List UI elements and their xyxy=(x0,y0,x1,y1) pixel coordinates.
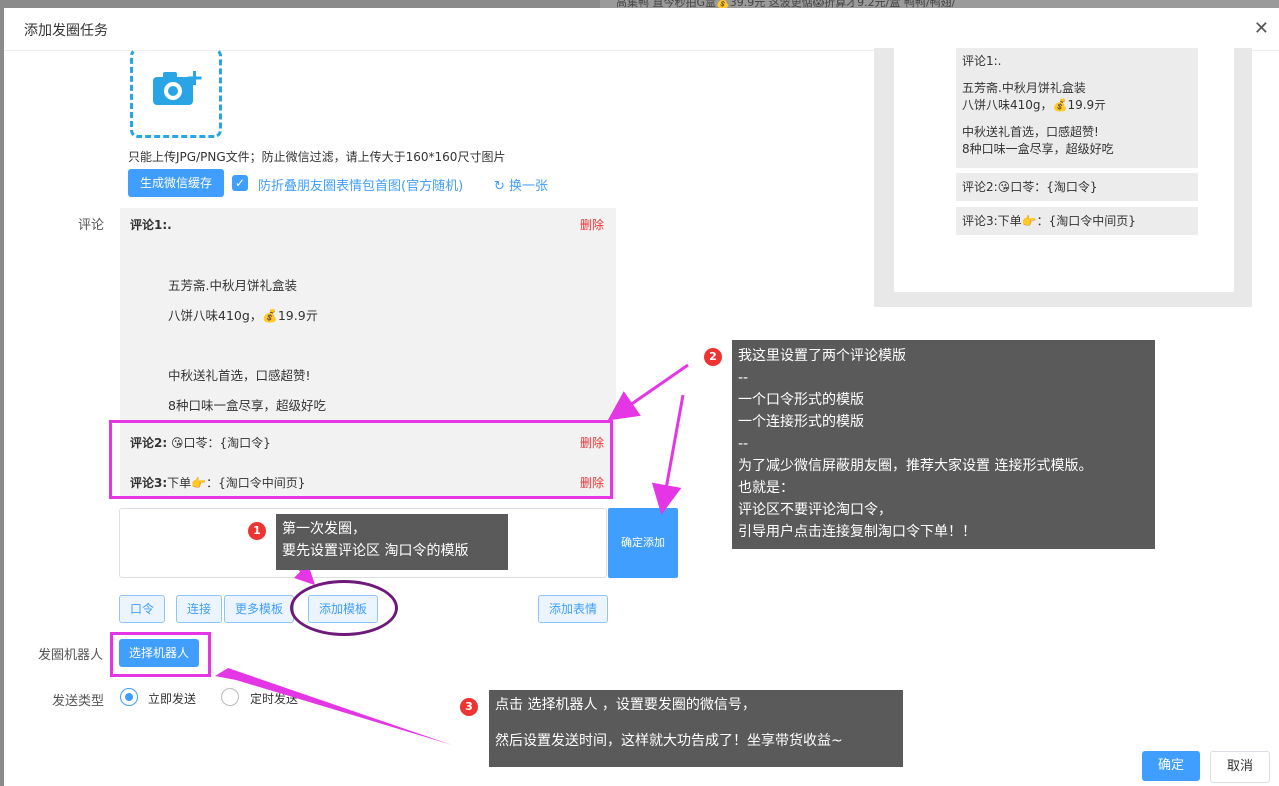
refresh-icon: ↻ xyxy=(494,179,505,194)
callout-3-line xyxy=(495,716,897,730)
callout-1: 第一次发圈， 要先设置评论区 淘口令的模版 xyxy=(276,514,508,570)
comment-1-line: 五芳斋.中秋月饼礼盒装 xyxy=(168,278,297,293)
preview-comment-1: 评论1:. 五芳斋.中秋月饼礼盒装 八饼八味410g，💰19.9亓 中秋送礼首选… xyxy=(956,48,1198,168)
dialog-header: 添加发圈任务 ✕ xyxy=(4,8,1279,51)
callout-1-line: 第一次发圈， xyxy=(282,521,366,537)
cancel-button[interactable]: 取消 xyxy=(1210,751,1270,783)
callout-2: 我这里设置了两个评论模版 -- 一个口令形式的模版 一个连接形式的模版 -- 为… xyxy=(732,340,1155,549)
preview-comment-3: 评论3:下单👉：{淘口令中间页} xyxy=(956,207,1198,235)
insert-link-button[interactable]: 连接 xyxy=(176,595,222,623)
preview-line: 中秋送礼首选，口感超赞! xyxy=(962,125,1099,139)
callout-2-line: 评论区不要评论淘口令， xyxy=(738,502,892,518)
callout-2-line: 也就是： xyxy=(738,480,794,496)
insert-code-button[interactable]: 口令 xyxy=(119,595,165,623)
image-upload-area[interactable] xyxy=(130,48,222,138)
highlight-add-template xyxy=(290,580,398,636)
background-strip: 高集鸭 直今秒拍G盒💰39.9元 这波更惦😱折算才9.2元/盒 鸭鸭/鸭翅/ xyxy=(600,0,1279,8)
callout-1-line: 要先设置评论区 淘口令的模版 xyxy=(282,543,469,559)
callout-2-line: -- xyxy=(738,370,749,386)
callout-3-badge: 3 xyxy=(460,698,478,716)
preview-c3-text: 评论3:下单👉：{淘口令中间页} xyxy=(962,214,1136,228)
callout-2-line: 一个连接形式的模版 xyxy=(738,414,864,430)
add-emoji-button[interactable]: 添加表情 xyxy=(538,595,608,623)
callout-2-line: 为了减少微信屏蔽朋友圈，推荐大家设置 连接形式模版。 xyxy=(738,458,1093,474)
refresh-link[interactable]: ↻ 换一张 xyxy=(494,175,548,194)
close-icon[interactable]: ✕ xyxy=(1254,18,1269,39)
callout-2-badge: 2 xyxy=(704,348,722,366)
anti-fold-label[interactable]: 防折叠朋友圈表情包首图(官方随机) xyxy=(258,175,463,194)
preview-comment-2: 评论2:😘口苓：{淘口令} xyxy=(956,173,1198,201)
comment-1-line: 8种口味一盒尽享，超级好吃 xyxy=(168,398,326,413)
callout-2-line: -- xyxy=(738,436,749,452)
radio-send-now[interactable] xyxy=(120,688,138,706)
ok-button[interactable]: 确定 xyxy=(1142,751,1200,781)
refresh-label: 换一张 xyxy=(509,179,549,194)
comment-1-delete[interactable]: 删除 xyxy=(580,216,604,233)
upload-hint: 只能上传JPG/PNG文件；防止微信过滤，请上传大于160*160尺寸图片 xyxy=(128,150,506,164)
preview-screen: 评论1:. 五芳斋.中秋月饼礼盒装 八饼八味410g，💰19.9亓 中秋送礼首选… xyxy=(894,48,1234,292)
robot-label: 发圈机器人 xyxy=(38,648,104,663)
more-templates-button[interactable]: 更多模板 xyxy=(224,595,294,623)
comment-1-line: 八饼八味410g，💰19.9亓 xyxy=(168,308,319,323)
comment-label: 评论 xyxy=(78,218,105,233)
preview-line: 八饼八味410g，💰19.9亓 xyxy=(962,98,1107,112)
callout-2-line: 一个口令形式的模版 xyxy=(738,392,864,408)
preview-c1-title: 评论1:. xyxy=(962,54,1002,68)
confirm-add-button[interactable]: 确定添加 xyxy=(608,508,678,578)
callout-3-line: 点击 选择机器人 ，设置要发圈的微信号， xyxy=(495,697,756,713)
highlight-select-robot xyxy=(110,632,211,677)
comment-1-title: 评论1:. xyxy=(130,218,172,232)
preview-line: 五芳斋.中秋月饼礼盒装 xyxy=(962,81,1086,95)
background-text: 高集鸭 直今秒拍G盒💰39.9元 这波更惦😱折算才9.2元/盒 鸭鸭/鸭翅/ xyxy=(616,0,956,8)
send-type-label: 发送类型 xyxy=(52,694,105,709)
preview-line: 8种口味一盒尽享，超级好吃 xyxy=(962,142,1114,156)
highlight-comments-2-3 xyxy=(109,420,613,499)
preview-c2-text: 评论2:😘口苓：{淘口令} xyxy=(962,180,1098,194)
generate-cache-button[interactable]: 生成微信缓存 xyxy=(128,169,224,197)
callout-3-line: 然后设置发送时间，这样就大功告成了！坐享带货收益~ xyxy=(495,733,843,749)
radio-send-now-label[interactable]: 立即发送 xyxy=(148,690,196,707)
radio-scheduled[interactable] xyxy=(221,688,239,706)
camera-add-icon xyxy=(153,71,202,105)
callout-2-line: 我这里设置了两个评论模版 xyxy=(738,348,906,364)
callout-3: 点击 选择机器人 ，设置要发圈的微信号， 然后设置发送时间，这样就大功告成了！坐… xyxy=(489,690,903,767)
anti-fold-checkbox[interactable]: ✓ xyxy=(232,175,248,191)
callout-1-badge: 1 xyxy=(248,522,266,540)
dialog-title: 添加发圈任务 xyxy=(24,23,108,39)
callout-2-line: 引导用户点击连接复制淘口令下单！！ xyxy=(738,524,976,540)
comment-1-line: 中秋送礼首选，口感超赞! xyxy=(168,368,311,383)
radio-scheduled-label[interactable]: 定时发送 xyxy=(250,690,298,707)
phone-preview: 评论1:. 五芳斋.中秋月饼礼盒装 八饼八味410g，💰19.9亓 中秋送礼首选… xyxy=(874,48,1252,307)
